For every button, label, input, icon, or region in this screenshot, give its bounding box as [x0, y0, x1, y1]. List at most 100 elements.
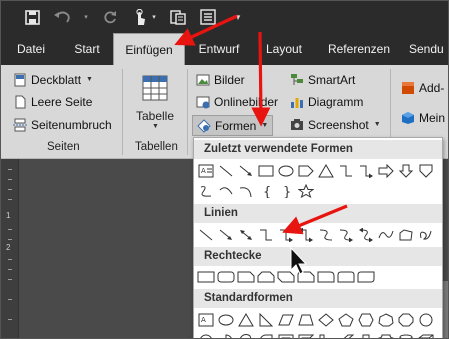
group-label-seiten: Seiten	[47, 141, 80, 153]
freeform-shape[interactable]	[396, 225, 416, 245]
curved-double-arrow-shape[interactable]	[356, 225, 376, 245]
diagonal-stripe-shape[interactable]	[336, 330, 356, 338]
ruler-tick	[8, 259, 12, 260]
arc-shape[interactable]	[216, 181, 236, 201]
flowchart-shape[interactable]	[416, 161, 436, 181]
diagramm-button[interactable]: Diagramm	[290, 93, 363, 111]
triangle-shape[interactable]	[316, 161, 336, 181]
leere-seite-button[interactable]: Leere Seite	[13, 93, 92, 111]
oval-shape[interactable]	[276, 161, 296, 181]
ruler-number: 1	[6, 211, 11, 220]
elbow-arrow-shape[interactable]	[356, 161, 376, 181]
elbow-double-arrow-shape[interactable]	[296, 225, 316, 245]
clipboard-icon[interactable]	[169, 8, 187, 26]
frame-shape[interactable]	[276, 330, 296, 338]
formen-button[interactable]: Formen ▼	[192, 115, 274, 136]
smartart-button[interactable]: SmartArt	[290, 71, 355, 89]
octagon-shape[interactable]	[396, 310, 416, 330]
svg-text:}: }	[283, 185, 291, 198]
chord-shape[interactable]	[236, 330, 256, 338]
line-shape[interactable]	[216, 161, 236, 181]
triangle-shape[interactable]	[236, 310, 256, 330]
curved-arrow-shape[interactable]	[336, 225, 356, 245]
bilder-button[interactable]: Bilder	[196, 71, 245, 89]
snip-same-side-rectangle-shape[interactable]	[256, 267, 276, 287]
recent-shapes-row: A	[196, 161, 436, 181]
teardrop-shape[interactable]	[256, 330, 276, 338]
elbow-connector-shape[interactable]	[256, 225, 276, 245]
cube-shape[interactable]	[416, 330, 436, 338]
arrow-line-shape[interactable]	[216, 225, 236, 245]
touch-mode-icon[interactable]	[131, 8, 149, 26]
group-separator	[122, 69, 123, 155]
rounded-rectangle-shape[interactable]	[216, 267, 236, 287]
left-brace-shape[interactable]: {	[256, 181, 276, 201]
elbow-arrow-shape[interactable]	[276, 225, 296, 245]
star-shape[interactable]	[296, 181, 316, 201]
undo-icon[interactable]	[53, 8, 71, 26]
tab-einfuegen[interactable]: Einfügen	[113, 33, 185, 65]
oval-shape[interactable]	[216, 310, 236, 330]
decagon-shape[interactable]	[416, 310, 436, 330]
round-diagonal-rectangle-shape[interactable]	[356, 267, 376, 287]
section-lines: Linien	[194, 204, 442, 223]
save-icon[interactable]	[23, 8, 41, 26]
text-box-shape[interactable]: A	[196, 310, 216, 330]
snip-round-rectangle-shape[interactable]	[296, 267, 316, 287]
list-icon[interactable]	[199, 8, 217, 26]
pentagon-shape[interactable]	[336, 310, 356, 330]
double-arrow-line-shape[interactable]	[236, 225, 256, 245]
half-frame-shape[interactable]	[296, 330, 316, 338]
heptagon-shape[interactable]	[376, 310, 396, 330]
seitenumbruch-button[interactable]: Seitenumbruch	[13, 116, 112, 134]
freeform-shape[interactable]	[196, 181, 216, 201]
trapezoid-shape[interactable]	[296, 310, 316, 330]
pentagon-shape[interactable]	[296, 161, 316, 181]
customize-qat-icon[interactable]: ▾	[229, 8, 247, 26]
plaque-shape[interactable]	[376, 330, 396, 338]
ruler-tick	[8, 319, 12, 320]
scribble-shape[interactable]	[416, 225, 436, 245]
snip-corner-rectangle-shape[interactable]	[236, 267, 256, 287]
can-shape[interactable]	[396, 330, 416, 338]
parallelogram-shape[interactable]	[276, 310, 296, 330]
pie-shape[interactable]	[216, 330, 236, 338]
tab-layout[interactable]: Layout	[257, 33, 311, 65]
tab-datei[interactable]: Datei	[9, 33, 53, 65]
diamond-shape[interactable]	[316, 310, 336, 330]
tab-referenzen[interactable]: Referenzen	[319, 33, 399, 65]
deckblatt-button[interactable]: Deckblatt ▼	[13, 71, 93, 89]
elbow-connector-shape[interactable]	[336, 161, 356, 181]
round-single-corner-rectangle-shape[interactable]	[316, 267, 336, 287]
pictures-icon	[196, 73, 210, 87]
cross-shape[interactable]	[356, 330, 376, 338]
tab-start[interactable]: Start	[65, 33, 109, 65]
redo-icon[interactable]	[101, 8, 119, 26]
chevron-down-icon[interactable]: ▾	[151, 8, 157, 26]
curve-shape[interactable]	[236, 181, 256, 201]
arrow-line-shape[interactable]	[236, 161, 256, 181]
right-brace-shape[interactable]: }	[276, 181, 296, 201]
right-triangle-shape[interactable]	[256, 310, 276, 330]
dodecagon-shape[interactable]	[196, 330, 216, 338]
curved-connector-shape[interactable]	[316, 225, 336, 245]
my-add-ins-button[interactable]: Mein	[401, 109, 445, 127]
text-box-shape[interactable]: A	[196, 161, 216, 181]
round-same-side-rectangle-shape[interactable]	[336, 267, 356, 287]
down-arrow-shape[interactable]	[396, 161, 416, 181]
line-shape[interactable]	[196, 225, 216, 245]
hexagon-shape[interactable]	[356, 310, 376, 330]
l-shape[interactable]	[316, 330, 336, 338]
chevron-down-icon[interactable]: ▾	[83, 8, 89, 26]
snip-diagonal-rectangle-shape[interactable]	[276, 267, 296, 287]
rectangle-shape[interactable]	[256, 161, 276, 181]
tab-sendungen[interactable]: Sendu	[409, 33, 448, 65]
tab-entwurf[interactable]: Entwurf	[191, 33, 247, 65]
rectangle-shape[interactable]	[196, 267, 216, 287]
tabelle-button[interactable]: Tabelle ▼	[129, 73, 181, 137]
right-arrow-shape[interactable]	[376, 161, 396, 181]
add-ins-button[interactable]: Add-	[401, 79, 444, 97]
onlinebilder-button[interactable]: Onlinebilder	[196, 93, 278, 111]
curve-shape[interactable]	[376, 225, 396, 245]
screenshot-button[interactable]: Screenshot ▼	[290, 116, 381, 134]
